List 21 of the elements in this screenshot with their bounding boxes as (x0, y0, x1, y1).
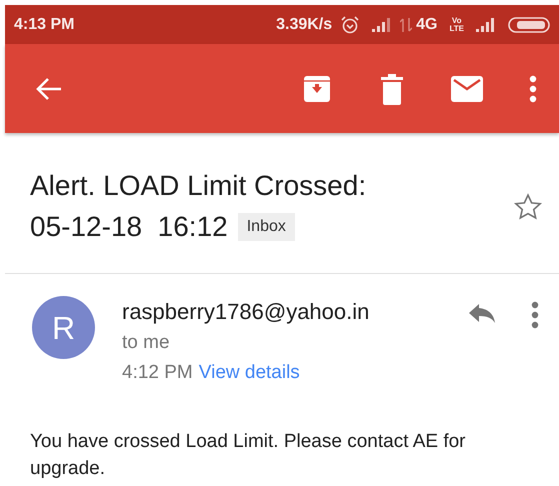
status-time: 4:13 PM (14, 14, 74, 34)
delete-button[interactable] (379, 72, 405, 104)
recipient-text: to me (122, 331, 171, 355)
message-body: You have crossed Load Limit. Please contact AE for upgrade. (29, 430, 467, 481)
battery-icon (508, 16, 550, 32)
volte-indicator: Vo LTE (449, 16, 464, 32)
signal-icon (476, 18, 496, 32)
view-details-link[interactable]: View details (198, 358, 300, 388)
data-arrows-icon (400, 16, 412, 32)
inbox-label[interactable]: Inbox (238, 212, 295, 240)
sender-address: raspberry1786@yahoo.in (122, 298, 370, 326)
network-speed: 3.39K/s (276, 14, 332, 34)
email-subject: Alert. LOAD Limit Crossed: (30, 169, 366, 203)
alarm-icon (340, 14, 360, 34)
more-options-button[interactable] (529, 74, 537, 102)
sender-avatar: R (32, 296, 95, 359)
signal-icon (372, 18, 392, 32)
network-type: 4G (416, 14, 438, 34)
email-subject-date: 05-12-18 16:12 (30, 210, 228, 244)
mark-unread-button[interactable] (451, 76, 483, 102)
message-time: 4:12 PM (122, 361, 193, 385)
